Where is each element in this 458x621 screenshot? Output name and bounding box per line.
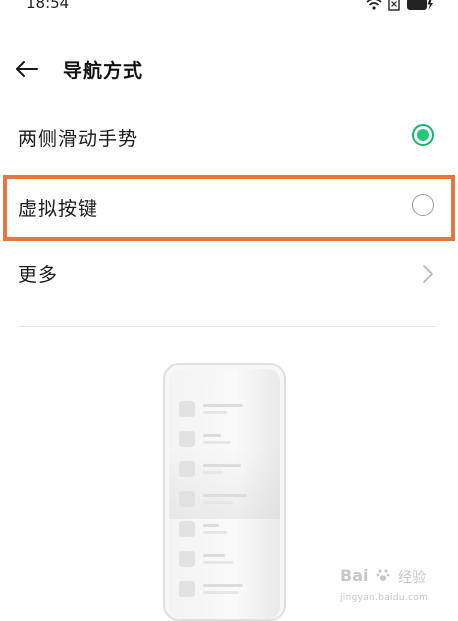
preview-list-item	[179, 431, 269, 447]
preview-list-item	[179, 551, 269, 567]
arrow-left-icon[interactable]	[14, 58, 40, 80]
sim-icon	[388, 0, 400, 15]
preview-item-icon	[179, 491, 195, 507]
preview-item-icon	[179, 521, 195, 537]
preview-item-icon	[179, 431, 195, 447]
option-label: 虚拟按键	[18, 198, 99, 220]
status-bar: 18:54	[0, 0, 458, 20]
preview-gesture-shade	[169, 449, 280, 519]
preview-item-line	[203, 494, 247, 497]
preview-item-icon	[179, 581, 195, 597]
baidu-jingyan-watermark: Bai 经验 jingyan.baidu.com	[340, 566, 450, 616]
preview-item-line	[203, 501, 233, 504]
status-time: 18:54	[26, 0, 70, 12]
preview-item-line	[203, 524, 219, 527]
option-swipe-gestures[interactable]: 两侧滑动手势	[0, 106, 458, 166]
watermark-logo-text: Bai	[340, 566, 369, 585]
preview-item-line	[203, 531, 227, 534]
preview-item-line	[203, 411, 227, 414]
preview-item-line	[203, 464, 241, 467]
chevron-right-icon	[422, 264, 434, 284]
header: 导航方式	[0, 50, 458, 90]
wifi-icon	[366, 0, 382, 15]
preview-list-item	[179, 581, 269, 597]
preview-list-item	[179, 521, 269, 537]
option-more[interactable]: 更多	[0, 244, 458, 304]
option-label: 更多	[18, 264, 59, 286]
preview-item-icon	[179, 461, 195, 477]
preview-item-line	[203, 404, 243, 407]
preview-item-icon	[179, 401, 195, 417]
option-virtual-keys[interactable]: 虚拟按键	[0, 176, 458, 236]
preview-list-item	[179, 491, 269, 507]
preview-item-line	[203, 471, 223, 474]
paw-icon	[376, 567, 390, 581]
battery-charging-icon	[406, 0, 434, 15]
preview-list-item	[179, 401, 269, 417]
preview-list-item	[179, 461, 269, 477]
preview-item-icon	[179, 551, 195, 567]
page-title: 导航方式	[63, 60, 144, 82]
radio-unselected-icon[interactable]	[412, 194, 434, 216]
preview-item-line	[203, 441, 231, 444]
divider	[18, 326, 436, 327]
navigation-preview-illustration	[163, 363, 286, 621]
preview-item-line	[203, 591, 239, 594]
watermark-url: jingyan.baidu.com	[340, 593, 429, 603]
preview-item-line	[203, 584, 243, 587]
radio-selected-icon[interactable]	[412, 124, 434, 146]
preview-item-line	[203, 561, 233, 564]
status-icons	[366, 0, 434, 15]
preview-screen	[169, 369, 280, 619]
option-label: 两侧滑动手势	[18, 128, 139, 150]
watermark-suffix-text: 经验	[398, 570, 426, 586]
preview-item-line	[203, 554, 225, 557]
preview-item-line	[203, 434, 221, 437]
